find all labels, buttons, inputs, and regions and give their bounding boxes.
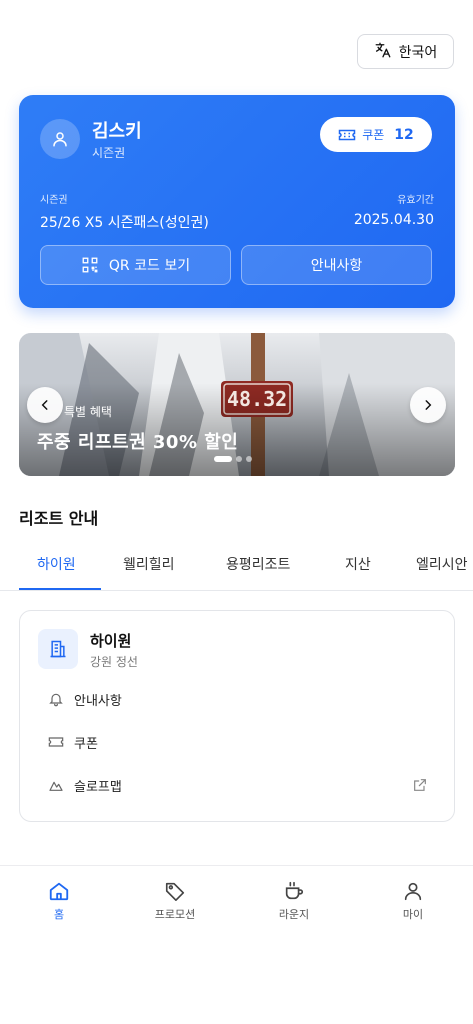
row-label: 안내사항: [74, 693, 122, 709]
tab-wellihilli[interactable]: 웰리힐리: [123, 554, 175, 574]
tab-yongpyong[interactable]: 용평리조트: [226, 554, 290, 574]
notice-button-label: 안내사항: [310, 258, 363, 274]
bottom-navigation: 홈 프로모션 라운지 마이: [0, 865, 473, 935]
pagination-dot[interactable]: [214, 456, 232, 462]
nav-lounge[interactable]: 라운지: [254, 880, 334, 922]
resort-tabs: 하이원 웰리힐리 용평리조트 지산 엘리시안: [0, 540, 473, 591]
tag-icon: [165, 882, 185, 901]
nav-promotion[interactable]: 프로모션: [135, 880, 215, 922]
pagination-dot[interactable]: [246, 456, 252, 462]
coffee-icon: [285, 881, 304, 900]
expiry-label: 유효기간: [397, 195, 434, 206]
active-tab-indicator: [19, 588, 101, 590]
mountain-icon: [49, 781, 63, 791]
language-selector-button[interactable]: 한국어: [357, 34, 454, 69]
pagination-dot[interactable]: [236, 456, 242, 462]
language-label: 한국어: [398, 44, 438, 61]
nav-my[interactable]: 마이: [373, 880, 453, 922]
promo-banner[interactable]: 48.32 특별 혜택 주중 리프트권 30% 할인: [19, 333, 455, 476]
pass-name: 25/26 X5 시즌패스(성인권): [40, 215, 209, 231]
chevron-right-icon: [425, 400, 432, 410]
tab-high1[interactable]: 하이원: [37, 554, 76, 574]
resort-region: 강원 정선: [90, 655, 138, 669]
resort-slope-map-row[interactable]: 슬로프맵: [48, 773, 428, 797]
chevron-left-icon: [41, 400, 48, 410]
banner-pagination: [214, 456, 252, 462]
resort-section-title: 리조트 안내: [19, 509, 99, 528]
nav-label: 라운지: [278, 908, 310, 921]
bell-icon: [49, 693, 63, 707]
banner-title: 주중 리프트권 30% 할인: [37, 432, 239, 453]
expiry-date: 2025.04.30: [353, 212, 434, 228]
qr-code-button[interactable]: QR 코드 보기: [40, 245, 231, 285]
coupon-button[interactable]: 쿠폰 12: [320, 117, 432, 152]
resort-coupon-row[interactable]: 쿠폰: [48, 730, 428, 754]
avatar: [40, 119, 80, 159]
building-icon: [50, 640, 66, 658]
pass-label: 시즌권: [40, 195, 68, 206]
translate-icon: [374, 41, 392, 63]
coupon-label: 쿠폰: [362, 128, 385, 142]
banner-sign-text: 48.32: [227, 387, 288, 411]
qr-code-icon: [82, 257, 98, 273]
row-label: 쿠폰: [74, 736, 98, 752]
resort-notice-row[interactable]: 안내사항: [48, 687, 428, 711]
user-icon: [404, 882, 422, 901]
season-pass-card: 김스키 시즌권 쿠폰 12 시즌권 유효기간 25/26 X5 시즌패스(성인권…: [19, 95, 455, 308]
ticket-icon: [48, 737, 64, 747]
user-subtitle: 시즌권: [92, 146, 126, 160]
nav-home[interactable]: 홈: [19, 880, 99, 922]
user-icon: [53, 132, 67, 147]
resort-info-card: 하이원 강원 정선 안내사항 쿠폰 슬로프맵: [19, 610, 455, 822]
banner-prev-button[interactable]: [27, 387, 63, 423]
row-label: 슬로프맵: [74, 779, 122, 795]
external-link-icon[interactable]: [412, 777, 428, 793]
nav-label: 마이: [402, 908, 424, 921]
home-icon: [49, 882, 69, 901]
nav-label: 프로모션: [154, 908, 196, 921]
tab-elysian[interactable]: 엘리시안: [416, 554, 468, 574]
coupon-count: 12: [394, 126, 414, 143]
notice-button[interactable]: 안내사항: [241, 245, 432, 285]
ticket-icon: [338, 129, 356, 140]
nav-label: 홈: [53, 908, 65, 921]
user-name: 김스키: [92, 121, 142, 142]
resort-icon: [38, 629, 78, 669]
banner-next-button[interactable]: [410, 387, 446, 423]
banner-eyebrow: 특별 혜택: [64, 405, 112, 419]
resort-name: 하이원: [90, 632, 132, 650]
qr-button-label: QR 코드 보기: [108, 258, 191, 274]
tab-jisan[interactable]: 지산: [345, 554, 371, 574]
